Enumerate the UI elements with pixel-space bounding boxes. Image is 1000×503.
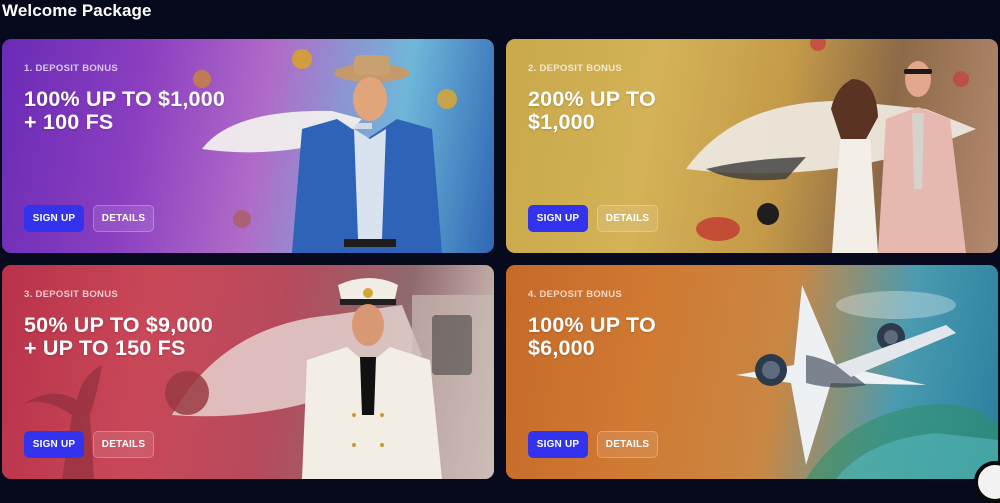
bonus-headline: 100% UP TO $6,000	[528, 314, 788, 360]
bonus-headline-line1: 50% UP TO $9,000	[24, 313, 213, 337]
deposit-bonus-card-4: 4. DEPOSIT BONUS 100% UP TO $6,000 SIGN …	[506, 265, 998, 479]
bonus-headline-line1: 100% UP TO	[528, 313, 656, 337]
deposit-bonus-card-2: 2. DEPOSIT BONUS 200% UP TO $1,000 SIGN …	[506, 39, 998, 253]
bonus-headline-line1: 200% UP TO	[528, 87, 656, 111]
bonus-label: 3. DEPOSIT BONUS	[24, 289, 119, 300]
sign-up-button[interactable]: SIGN UP	[24, 205, 84, 232]
bonus-headline-line2: + 100 FS	[24, 110, 114, 134]
bonus-label: 2. DEPOSIT BONUS	[528, 63, 623, 74]
bonus-headline-line2: $6,000	[528, 336, 595, 360]
bonus-label: 1. DEPOSIT BONUS	[24, 63, 119, 74]
bonus-headline-line2: $1,000	[528, 110, 595, 134]
deposit-bonus-card-3: 3. DEPOSIT BONUS 50% UP TO $9,000 + UP T…	[2, 265, 494, 479]
sign-up-button[interactable]: SIGN UP	[528, 205, 588, 232]
bonus-headline-line1: 100% UP TO $1,000	[24, 87, 226, 111]
details-button[interactable]: DETAILS	[597, 205, 658, 232]
bonus-label: 4. DEPOSIT BONUS	[528, 289, 623, 300]
bonus-headline: 50% UP TO $9,000 + UP TO 150 FS	[24, 314, 284, 360]
bonus-headline-line2: + UP TO 150 FS	[24, 336, 186, 360]
page-title: Welcome Package	[2, 1, 152, 20]
details-button[interactable]: DETAILS	[93, 205, 154, 232]
bonus-headline: 200% UP TO $1,000	[528, 88, 788, 134]
deposit-bonus-card-1: 1. DEPOSIT BONUS 100% UP TO $1,000 + 100…	[2, 39, 494, 253]
sign-up-button[interactable]: SIGN UP	[24, 431, 84, 458]
bonus-headline: 100% UP TO $1,000 + 100 FS	[24, 88, 284, 134]
details-button[interactable]: DETAILS	[597, 431, 658, 458]
sign-up-button[interactable]: SIGN UP	[528, 431, 588, 458]
details-button[interactable]: DETAILS	[93, 431, 154, 458]
